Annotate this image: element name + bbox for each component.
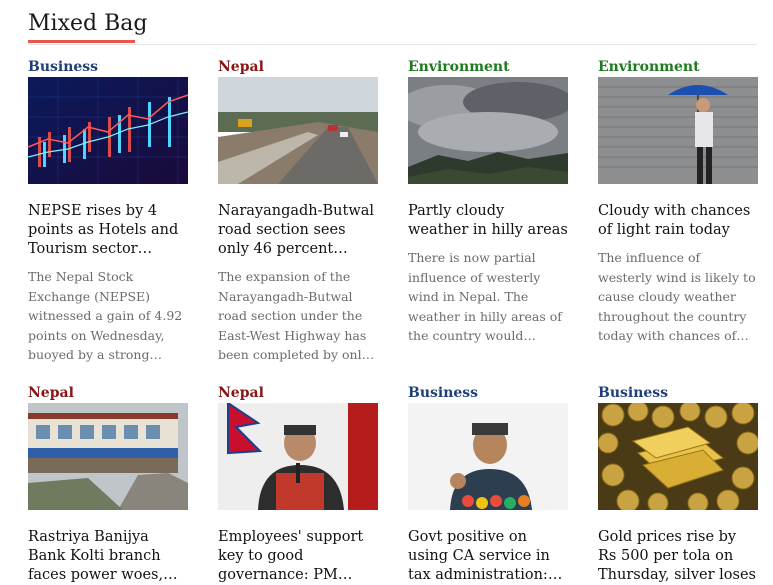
category-link[interactable]: Business bbox=[598, 384, 760, 402]
stock-chart-illustration bbox=[28, 77, 188, 184]
stock-chart-image[interactable] bbox=[28, 77, 188, 184]
umbrella-illustration bbox=[598, 77, 758, 184]
section-title-underline bbox=[28, 40, 135, 43]
pm-speaking-illustration bbox=[218, 403, 378, 510]
section-title: Mixed Bag bbox=[28, 11, 148, 36]
cloudy-sky-image[interactable] bbox=[408, 77, 568, 184]
minister-speaking-illustration bbox=[408, 403, 568, 510]
category-link[interactable]: Business bbox=[28, 58, 190, 76]
category-link[interactable]: Environment bbox=[598, 58, 760, 76]
cloudy-sky-illustration bbox=[408, 77, 568, 184]
section-header: Mixed Bag bbox=[28, 10, 757, 45]
headline-link[interactable]: Employees' support key to good governanc… bbox=[218, 528, 378, 585]
news-card[interactable]: Business NEPSE rises by 4 points as Hote… bbox=[28, 58, 190, 362]
man-with-umbrella-image[interactable] bbox=[598, 77, 758, 184]
headline-link[interactable]: Partly cloudy weather in hilly areas bbox=[408, 202, 568, 240]
road-construction-image[interactable] bbox=[218, 77, 378, 184]
headline-link[interactable]: Narayangadh-Butwal road section sees onl… bbox=[218, 202, 378, 259]
news-card[interactable]: Business Govt positive on using CA servi… bbox=[408, 384, 570, 583]
excerpt: The influence of westerly wind is likely… bbox=[598, 250, 756, 343]
category-link[interactable]: Nepal bbox=[28, 384, 190, 402]
gold-bars-coins-image[interactable] bbox=[598, 403, 758, 510]
excerpt: There is now partial influence of wester… bbox=[408, 250, 562, 343]
pm-speaking-image[interactable] bbox=[218, 403, 378, 510]
category-link[interactable]: Business bbox=[408, 384, 570, 402]
category-link[interactable]: Environment bbox=[408, 58, 570, 76]
headline-link[interactable]: NEPSE rises by 4 points as Hotels and To… bbox=[28, 202, 188, 259]
news-card[interactable]: Nepal Employees' support key to good gov… bbox=[218, 384, 380, 583]
news-card[interactable]: Environment Partly cloudy weather in hil… bbox=[408, 58, 570, 343]
bank-building-image[interactable] bbox=[28, 403, 188, 510]
minister-speaking-image[interactable] bbox=[408, 403, 568, 510]
category-link[interactable]: Nepal bbox=[218, 384, 380, 402]
news-card[interactable]: Business Gold prices rise by Rs 500 per … bbox=[598, 384, 760, 583]
news-card[interactable]: Environment Cloudy with chances of light… bbox=[598, 58, 760, 343]
excerpt: The Nepal Stock Exchange (NEPSE) witness… bbox=[28, 269, 183, 362]
headline-link[interactable]: Gold prices rise by Rs 500 per tola on T… bbox=[598, 528, 758, 585]
news-card[interactable]: Nepal Narayangadh-Butwal road section se… bbox=[218, 58, 380, 362]
headline-link[interactable]: Rastriya Banijya Bank Kolti branch faces… bbox=[28, 528, 188, 585]
category-link[interactable]: Nepal bbox=[218, 58, 380, 76]
headline-link[interactable]: Cloudy with chances of light rain today bbox=[598, 202, 758, 240]
road-illustration bbox=[218, 77, 378, 184]
gold-illustration bbox=[598, 403, 758, 510]
excerpt: The expansion of the Narayangadh-Butwal … bbox=[218, 269, 369, 362]
headline-link[interactable]: Govt positive on using CA service in tax… bbox=[408, 528, 568, 585]
news-card[interactable]: Nepal Rastriya Banijya Bank Kolti branch… bbox=[28, 384, 190, 583]
bank-building-illustration bbox=[28, 403, 188, 510]
